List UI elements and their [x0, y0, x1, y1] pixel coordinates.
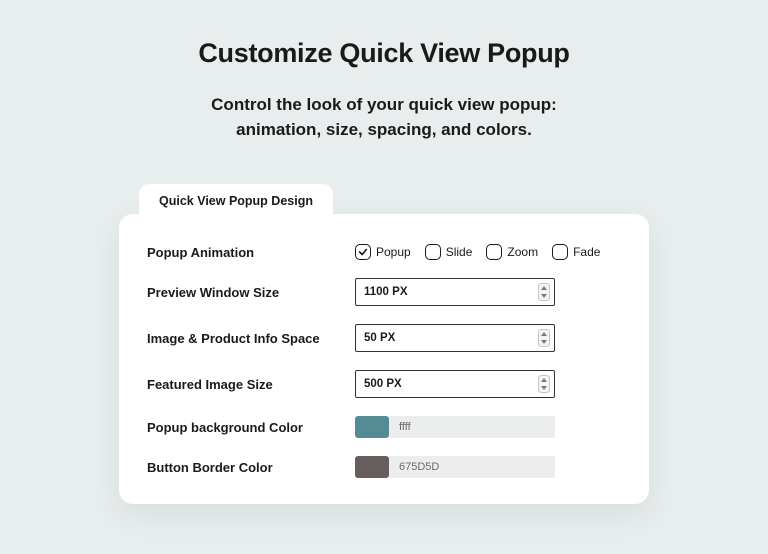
label-popup-bg-color: Popup background Color: [147, 420, 355, 435]
label-featured-image-size: Featured Image Size: [147, 377, 355, 392]
animation-options: Popup Slide Zoom: [355, 244, 621, 260]
label-popup-animation: Popup Animation: [147, 245, 355, 260]
row-preview-window-size: Preview Window Size 1100 PX: [147, 278, 621, 306]
settings-panel: Popup Animation Popup Slide: [119, 214, 649, 504]
label-info-space: Image & Product Info Space: [147, 331, 355, 346]
option-zoom[interactable]: Zoom: [486, 244, 538, 260]
page-subtitle: Control the look of your quick view popu…: [0, 93, 768, 142]
step-up-icon[interactable]: [539, 330, 549, 338]
option-slide[interactable]: Slide: [425, 244, 473, 260]
option-fade[interactable]: Fade: [552, 244, 600, 260]
step-down-icon[interactable]: [539, 338, 549, 346]
input-popup-bg-color[interactable]: [389, 416, 555, 438]
number-stepper[interactable]: [538, 329, 550, 347]
input-featured-image-size[interactable]: 500 PX: [355, 370, 555, 398]
color-swatch-btn-border[interactable]: [355, 456, 389, 478]
option-label: Slide: [446, 245, 473, 259]
row-popup-animation: Popup Animation Popup Slide: [147, 244, 621, 260]
option-label: Popup: [376, 245, 411, 259]
checkbox-icon: [486, 244, 502, 260]
subtitle-line-1: Control the look of your quick view popu…: [211, 95, 557, 114]
color-swatch-popup-bg[interactable]: [355, 416, 389, 438]
option-label: Fade: [573, 245, 600, 259]
input-value: 50 PX: [364, 332, 395, 344]
input-value: 1100 PX: [364, 286, 407, 298]
label-preview-window-size: Preview Window Size: [147, 285, 355, 300]
step-up-icon[interactable]: [539, 284, 549, 292]
input-value: 500 PX: [364, 378, 402, 390]
row-popup-bg-color: Popup background Color: [147, 416, 621, 438]
row-button-border-color: Button Border Color: [147, 456, 621, 478]
row-featured-image-size: Featured Image Size 500 PX: [147, 370, 621, 398]
row-info-space: Image & Product Info Space 50 PX: [147, 324, 621, 352]
subtitle-line-2: animation, size, spacing, and colors.: [236, 120, 532, 139]
number-stepper[interactable]: [538, 375, 550, 393]
number-stepper[interactable]: [538, 283, 550, 301]
tab-quick-view-design[interactable]: Quick View Popup Design: [139, 184, 333, 216]
step-up-icon[interactable]: [539, 376, 549, 384]
input-info-space[interactable]: 50 PX: [355, 324, 555, 352]
page-title: Customize Quick View Popup: [0, 38, 768, 69]
checkbox-icon: [425, 244, 441, 260]
input-btn-border-color[interactable]: [389, 456, 555, 478]
input-preview-window-size[interactable]: 1100 PX: [355, 278, 555, 306]
step-down-icon[interactable]: [539, 292, 549, 300]
option-popup[interactable]: Popup: [355, 244, 411, 260]
option-label: Zoom: [507, 245, 538, 259]
checkbox-icon: [552, 244, 568, 260]
step-down-icon[interactable]: [539, 384, 549, 392]
checkbox-icon: [355, 244, 371, 260]
label-button-border-color: Button Border Color: [147, 460, 355, 475]
